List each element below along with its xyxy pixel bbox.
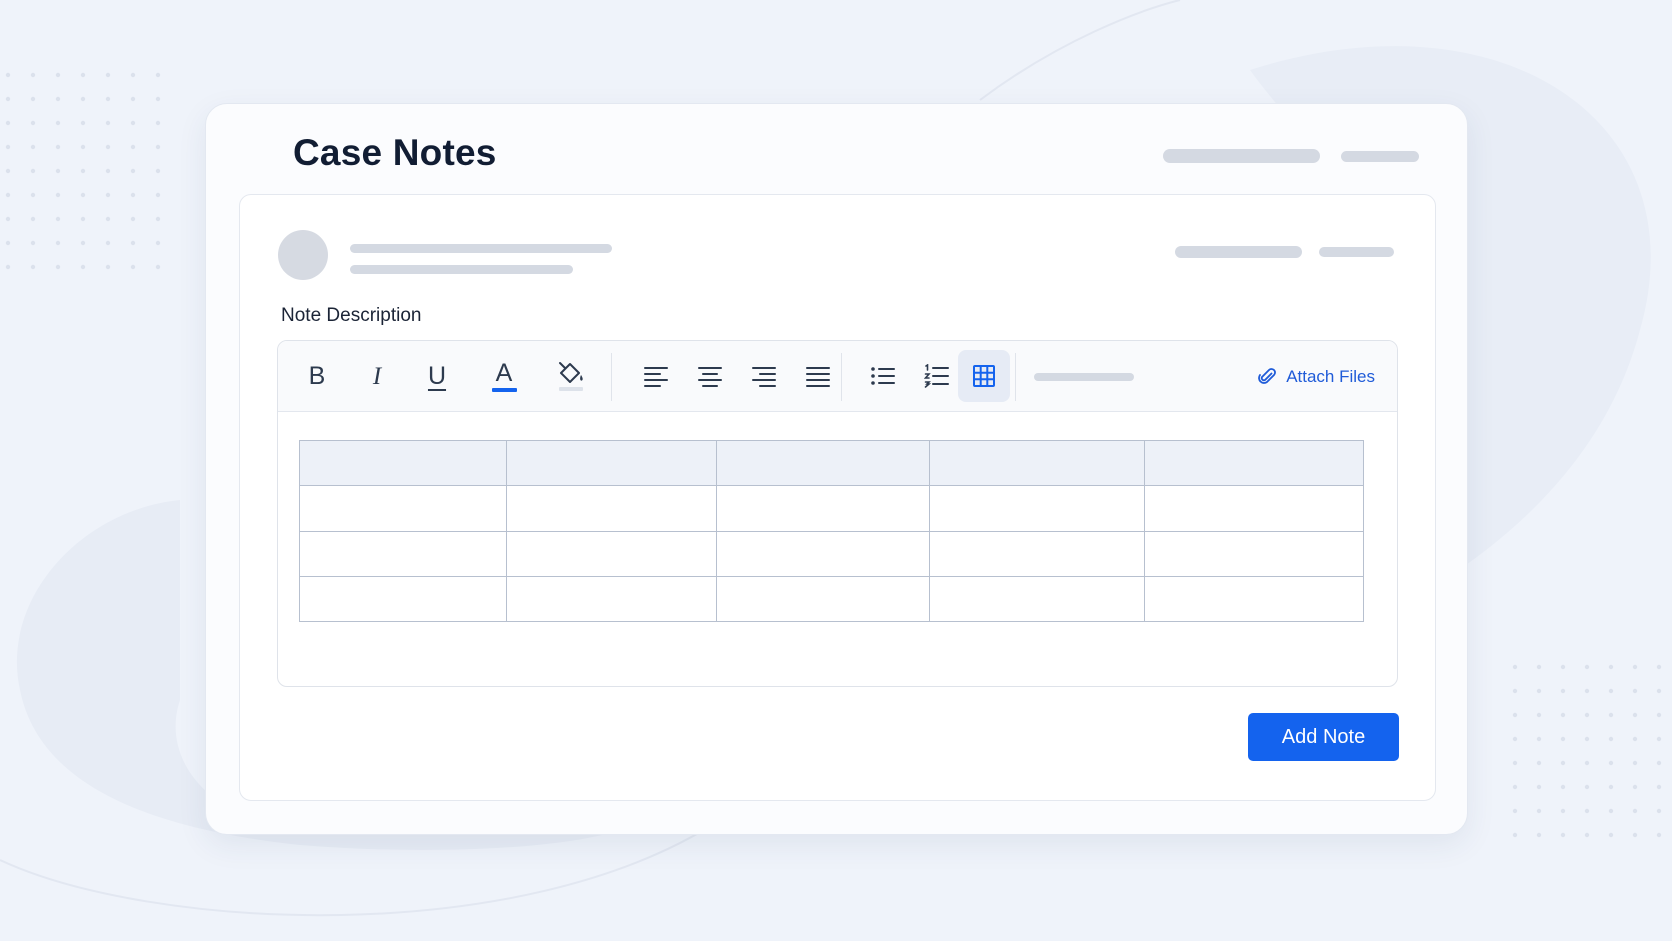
bold-button[interactable]: B — [291, 350, 343, 402]
table-header-row — [299, 439, 1364, 487]
table-cell[interactable] — [299, 575, 507, 623]
underline-icon: U — [427, 361, 447, 390]
meta-placeholder-line — [350, 265, 573, 274]
inserted-table[interactable] — [299, 439, 1364, 623]
table-row — [299, 575, 1364, 623]
table-cell[interactable] — [716, 530, 930, 577]
case-notes-card: Case Notes Note Description B I U A Atta… — [205, 103, 1468, 835]
text-color-button[interactable]: A — [478, 350, 530, 402]
align-right-button[interactable] — [738, 350, 790, 402]
italic-button[interactable]: I — [351, 350, 403, 402]
table-header-cell[interactable] — [506, 439, 717, 487]
date-placeholder-line — [1175, 246, 1302, 258]
table-cell[interactable] — [1144, 575, 1364, 623]
italic-icon: I — [372, 362, 382, 390]
table-cell[interactable] — [716, 575, 930, 623]
align-justify-icon — [806, 367, 830, 387]
align-right-icon — [752, 367, 776, 387]
table-cell[interactable] — [506, 575, 717, 623]
bold-icon: B — [308, 361, 326, 390]
align-left-button[interactable] — [630, 350, 682, 402]
text-color-underline — [491, 387, 517, 392]
align-center-button[interactable] — [684, 350, 736, 402]
table-cell[interactable] — [929, 575, 1145, 623]
align-left-icon — [644, 367, 668, 387]
header-placeholder-line — [1163, 149, 1320, 163]
table-icon — [973, 365, 995, 387]
text-color-letter: A — [495, 358, 513, 387]
table-cell[interactable] — [299, 485, 507, 532]
table-cell[interactable] — [1144, 530, 1364, 577]
attach-files-button[interactable]: Attach Files — [1258, 366, 1375, 388]
add-note-button[interactable]: Add Note — [1248, 713, 1399, 761]
align-center-icon — [698, 367, 722, 387]
highlight-button[interactable] — [545, 350, 597, 402]
table-cell[interactable] — [716, 485, 930, 532]
page-title: Case Notes — [293, 132, 497, 173]
attach-files-label: Attach Files — [1286, 367, 1375, 386]
table-row — [299, 530, 1364, 577]
note-panel: Note Description B I U A Attach Files Ad… — [239, 194, 1436, 801]
numbered-list-button[interactable] — [911, 350, 963, 402]
justify-button[interactable] — [792, 350, 844, 402]
note-description-label: Note Description — [281, 305, 422, 326]
table-row — [299, 485, 1364, 532]
time-placeholder-line — [1319, 247, 1394, 257]
table-cell[interactable] — [929, 530, 1145, 577]
editor-toolbar: B I U A Attach Files — [278, 341, 1397, 412]
table-header-cell[interactable] — [716, 439, 930, 487]
table-header-cell[interactable] — [929, 439, 1145, 487]
numbered-list-icon — [924, 364, 949, 388]
table-cell[interactable] — [299, 530, 507, 577]
paperclip-icon — [1258, 368, 1277, 384]
paint-bucket-icon — [559, 362, 583, 391]
table-cell[interactable] — [1144, 485, 1364, 532]
toolbar-divider — [841, 353, 842, 401]
avatar — [278, 230, 328, 280]
table-button[interactable] — [958, 350, 1010, 402]
table-cell[interactable] — [506, 485, 717, 532]
table-cell[interactable] — [506, 530, 717, 577]
table-cell[interactable] — [929, 485, 1145, 532]
rich-text-editor[interactable]: B I U A Attach Files — [277, 340, 1398, 687]
table-header-cell[interactable] — [299, 439, 507, 487]
bullet-list-button[interactable] — [857, 350, 909, 402]
header-placeholder-line — [1341, 151, 1419, 162]
underline-button[interactable]: U — [411, 350, 463, 402]
author-placeholder-line — [350, 244, 612, 253]
text-color-icon: A — [491, 358, 517, 392]
toolbar-divider — [1015, 353, 1016, 401]
bullet-list-icon — [871, 367, 895, 385]
toolbar-divider — [611, 353, 612, 401]
table-header-cell[interactable] — [1144, 439, 1364, 487]
toolbar-placeholder-line — [1034, 373, 1134, 381]
